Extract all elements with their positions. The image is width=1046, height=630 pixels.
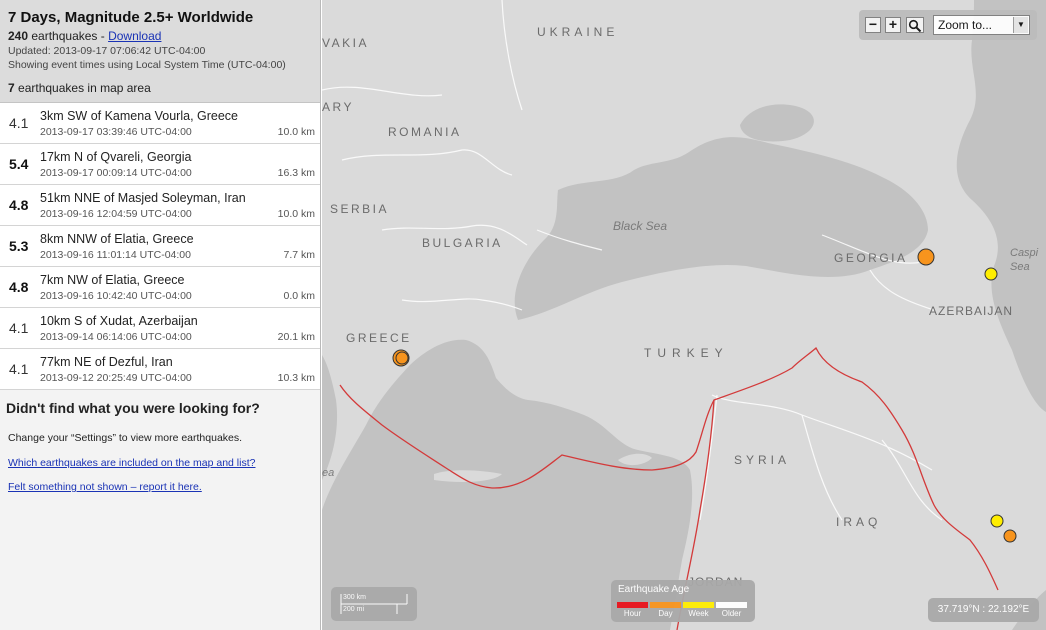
map-label-caspian: Caspi — [1010, 247, 1039, 259]
earthquake-list-item[interactable]: 4.8 7km NW of Elatia, Greece 2013-09-16 … — [0, 267, 320, 308]
legend-label-day: Day — [658, 609, 673, 618]
report-felt-link[interactable]: Felt something not shown – report it her… — [8, 481, 314, 493]
legend-label-hour: Hour — [623, 609, 642, 618]
legend-title: Earthquake Age — [618, 584, 690, 595]
zoom-to-select[interactable]: Zoom to... ▼ — [933, 15, 1030, 35]
earthquake-marker-elatia-2[interactable] — [395, 351, 409, 365]
in-area-number: 7 — [8, 81, 15, 95]
zoom-out-button[interactable]: − — [865, 17, 881, 33]
scale-bar: 300 km 200 mi — [331, 587, 417, 621]
map-view[interactable]: VAKIA UKRAINE ARY ROMANIA SERBIA BULGARI… — [322, 0, 1046, 630]
earthquake-marker-xudat[interactable] — [984, 267, 998, 281]
earthquake-list-item[interactable]: 5.4 17km N of Qvareli, Georgia 2013-09-1… — [0, 144, 320, 185]
earthquake-place: 3km SW of Kamena Vourla, Greece — [40, 109, 239, 123]
feed-count-text: earthquakes - — [28, 29, 109, 43]
earthquake-depth: 16.3 km — [277, 167, 315, 179]
earthquake-magnitude: 4.1 — [9, 115, 29, 131]
scale-bar-ruler — [340, 594, 408, 614]
feed-updated: Updated: 2013-09-17 07:06:42 UTC-04:00 — [8, 45, 206, 57]
earthquake-list-item[interactable]: 4.1 77km NE of Dezful, Iran 2013-09-12 2… — [0, 349, 320, 390]
earthquake-time: 2013-09-17 03:39:46 UTC-04:00 — [40, 126, 192, 138]
included-earthquakes-link[interactable]: Which earthquakes are included on the ma… — [8, 457, 314, 469]
earthquake-list: 4.1 3km SW of Kamena Vourla, Greece 2013… — [0, 103, 320, 390]
map-label-caspian-sea: Sea — [1010, 261, 1030, 273]
earthquake-marker-masjed-soleyman[interactable] — [1003, 529, 1017, 543]
chevron-down-icon: ▼ — [1013, 17, 1028, 33]
zoom-to-select-value: Zoom to... — [938, 18, 993, 32]
legend-swatch-day — [650, 602, 681, 608]
feed-timezone-note: Showing event times using Local System T… — [8, 59, 286, 71]
map-label-sea-fragment: ea — [322, 467, 335, 479]
earthquake-list-item[interactable]: 4.1 3km SW of Kamena Vourla, Greece 2013… — [0, 103, 320, 144]
earthquake-place: 17km N of Qvareli, Georgia — [40, 150, 192, 164]
cursor-coordinates: 37.719°N : 22.192°E — [928, 598, 1039, 622]
map-label-ary: ARY — [322, 100, 354, 114]
help-settings-text: Change your “Settings” to view more eart… — [8, 432, 243, 444]
earthquake-time: 2013-09-16 11:01:14 UTC-04:00 — [40, 249, 191, 261]
magnifier-icon — [908, 19, 922, 33]
earthquake-place: 7km NW of Elatia, Greece — [40, 273, 185, 287]
feed-title: 7 Days, Magnitude 2.5+ Worldwide — [8, 9, 254, 26]
help-section: Didn't find what you were looking for? C… — [0, 390, 320, 515]
earthquakes-in-area-count: 7 earthquakes in map area — [8, 81, 312, 95]
earthquake-list-panel: 7 Days, Magnitude 2.5+ Worldwide 240 ear… — [0, 0, 321, 630]
zoom-search-button[interactable] — [906, 17, 924, 33]
earthquake-depth: 10.3 km — [277, 372, 315, 384]
map-label-serbia: SERBIA — [330, 202, 390, 216]
map-label-romania: ROMANIA — [388, 125, 462, 139]
legend-label-older: Older — [721, 609, 742, 618]
earthquake-time: 2013-09-12 20:25:49 UTC-04:00 — [40, 372, 192, 384]
map-label-vakia: VAKIA — [322, 36, 369, 50]
earthquake-depth: 20.1 km — [277, 331, 315, 343]
earthquake-list-item[interactable]: 4.8 51km NNE of Masjed Soleyman, Iran 20… — [0, 185, 320, 226]
earthquake-list-item[interactable]: 4.1 10km S of Xudat, Azerbaijan 2013-09-… — [0, 308, 320, 349]
earthquake-marker-qvareli[interactable] — [917, 248, 935, 266]
map-label-ukraine: UKRAINE — [537, 25, 619, 39]
earthquake-depth: 10.0 km — [277, 126, 315, 138]
feed-header: 7 Days, Magnitude 2.5+ Worldwide 240 ear… — [0, 0, 320, 103]
zoom-in-button[interactable]: + — [885, 17, 901, 33]
earthquake-time: 2013-09-14 06:14:06 UTC-04:00 — [40, 331, 192, 343]
earthquake-marker-dezful[interactable] — [990, 514, 1004, 528]
earthquake-place: 51km NNE of Masjed Soleyman, Iran — [40, 191, 246, 205]
earthquake-depth: 10.0 km — [277, 208, 315, 220]
map-label-black-sea: Black Sea — [613, 219, 668, 233]
feed-count-number: 240 — [8, 29, 29, 43]
earthquake-place: 10km S of Xudat, Azerbaijan — [40, 314, 198, 328]
map-label-georgia: GEORGIA — [834, 251, 908, 265]
earthquake-time: 2013-09-17 00:09:14 UTC-04:00 — [40, 167, 192, 179]
scale-km-label: 300 km — [343, 594, 366, 601]
earthquake-depth: 7.7 km — [283, 249, 315, 261]
earthquake-depth: 0.0 km — [283, 290, 315, 302]
earthquake-time: 2013-09-16 10:42:40 UTC-04:00 — [40, 290, 192, 302]
earthquake-magnitude: 4.1 — [9, 320, 29, 336]
help-title: Didn't find what you were looking for? — [6, 400, 260, 416]
earthquake-magnitude: 5.4 — [9, 156, 29, 172]
earthquake-magnitude: 5.3 — [9, 238, 29, 254]
map-label-greece: GREECE — [346, 331, 412, 345]
earthquake-place: 77km NE of Dezful, Iran — [40, 355, 173, 369]
earthquake-place: 8km NNW of Elatia, Greece — [40, 232, 194, 246]
earthquake-time: 2013-09-16 12:04:59 UTC-04:00 — [40, 208, 192, 220]
zoom-toolbar: − + Zoom to... ▼ — [859, 10, 1037, 40]
map-label-azerbaijan: AZERBAIJAN — [929, 304, 1014, 318]
map-label-iraq: IRAQ — [836, 515, 882, 529]
in-area-text: earthquakes in map area — [14, 81, 151, 95]
earthquake-magnitude: 4.8 — [9, 197, 29, 213]
map-label-syria: SYRIA — [734, 453, 791, 467]
earthquake-magnitude: 4.1 — [9, 361, 29, 377]
legend-swatch-older — [716, 602, 747, 608]
legend-swatch-week — [683, 602, 714, 608]
legend-swatch-hour — [617, 602, 648, 608]
map-label-bulgaria: BULGARIA — [422, 236, 503, 250]
earthquake-magnitude: 4.8 — [9, 279, 29, 295]
legend-label-week: Week — [688, 609, 709, 618]
download-link[interactable]: Download — [108, 29, 161, 43]
earthquake-list-item[interactable]: 5.3 8km NNW of Elatia, Greece 2013-09-16… — [0, 226, 320, 267]
map-label-turkey: TURKEY — [644, 346, 729, 360]
earthquake-age-legend: Earthquake Age Hour Day Week Older — [611, 580, 755, 622]
feed-count: 240 earthquakes - Download — [8, 29, 312, 44]
scale-mi-label: 200 mi — [343, 606, 365, 613]
